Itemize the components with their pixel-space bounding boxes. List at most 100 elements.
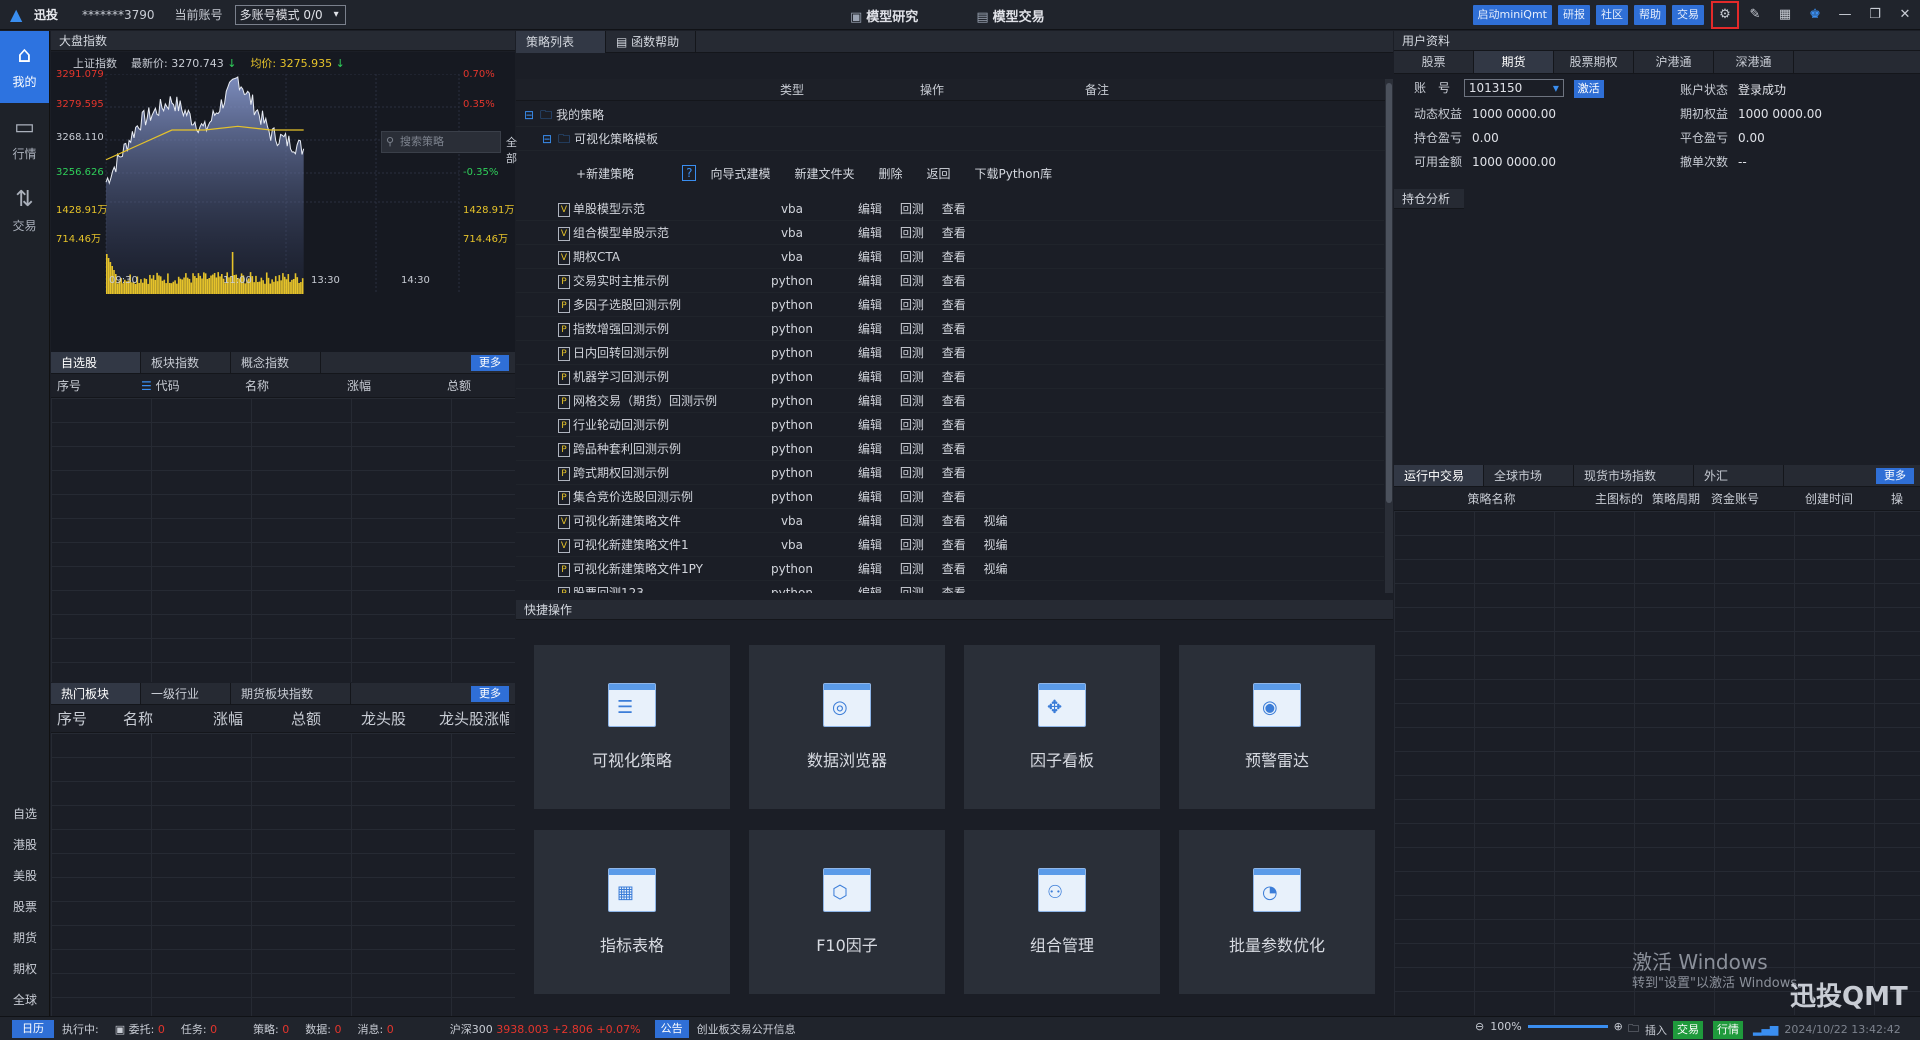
tab-stock-options[interactable]: 股票期权 (1554, 51, 1634, 73)
view-link[interactable]: 查看 (942, 538, 966, 552)
backtest-link[interactable]: 回测 (900, 418, 924, 432)
backtest-link[interactable]: 回测 (900, 250, 924, 264)
zoom-control[interactable]: ⊖ 100% ⊕ (1475, 1020, 1623, 1033)
status-messages[interactable]: 消息: 0 (350, 1021, 402, 1037)
position-analysis-label[interactable]: 持仓分析 (1394, 189, 1464, 209)
strategy-name[interactable]: V 可视化新建策略文件 (516, 509, 752, 532)
edit-link[interactable]: 编辑 (858, 442, 882, 456)
quick-card-portfolio[interactable]: ⚇ 组合管理 (964, 830, 1160, 994)
backtest-link[interactable]: 回测 (900, 202, 924, 216)
strategy-row[interactable]: P 日内回转回测示例 python 编辑 回测 查看 (516, 341, 1384, 365)
edit-link[interactable]: 编辑 (858, 514, 882, 528)
backtest-link[interactable]: 回测 (900, 226, 924, 240)
calendar-button[interactable]: 日历 (12, 1019, 54, 1038)
view-link[interactable]: 查看 (942, 514, 966, 528)
backtest-link[interactable]: 回测 (900, 274, 924, 288)
strategy-name[interactable]: P 交易实时主推示例 (516, 269, 752, 292)
account-mode-select[interactable]: 多账号模式 0/0 (234, 4, 346, 25)
edit-link[interactable]: 编辑 (858, 394, 882, 408)
strategy-name[interactable]: V 期权CTA (516, 245, 752, 268)
strategy-row[interactable]: V 组合模型单股示范 vba 编辑 回测 查看 (516, 221, 1384, 245)
strategy-search-input[interactable]: ⚲ 搜索策略 (381, 131, 501, 153)
tab-model-trading[interactable]: ▤ 模型交易 (976, 6, 1044, 25)
wizard-button[interactable]: 向导式建模 (710, 165, 770, 182)
strategy-name[interactable]: P 跨品种套利回测示例 (516, 437, 752, 460)
quote-status-button[interactable]: 行情 (1713, 1020, 1743, 1039)
strategy-row[interactable]: P 跨式期权回测示例 python 编辑 回测 查看 (516, 461, 1384, 485)
backtest-link[interactable]: 回测 (900, 394, 924, 408)
tab-forex[interactable]: 外汇 (1694, 465, 1784, 486)
minimize-icon[interactable]: — (1830, 0, 1860, 30)
view-link[interactable]: 查看 (942, 442, 966, 456)
strategy-name[interactable]: P 行业轮动回测示例 (516, 413, 752, 436)
view-link[interactable]: 查看 (942, 202, 966, 216)
running-more-button[interactable]: 更多 (1876, 468, 1914, 484)
strategy-row[interactable]: P 多因子选股回测示例 python 编辑 回测 查看 (516, 293, 1384, 317)
edit-link[interactable]: 编辑 (858, 490, 882, 504)
strategy-name[interactable]: V 可视化新建策略文件1 (516, 533, 752, 556)
tab-industry[interactable]: 一级行业 (141, 683, 231, 704)
zoom-out-icon[interactable]: ⊖ (1475, 1020, 1484, 1033)
trade-button[interactable]: 交易 (1672, 5, 1704, 25)
strategy-row[interactable]: V 可视化新建策略文件 vba 编辑 回测 查看 视编 (516, 509, 1384, 533)
view-link[interactable]: 查看 (942, 226, 966, 240)
backtest-link[interactable]: 回测 (900, 490, 924, 504)
strategy-name[interactable]: P 网格交易（期货）回测示例 (516, 389, 752, 412)
strategy-row[interactable]: V 期权CTA vba 编辑 回测 查看 (516, 245, 1384, 269)
tab-hk-connect-sh[interactable]: 沪港通 (1634, 51, 1714, 73)
view-link[interactable]: 查看 (942, 466, 966, 480)
strategy-row[interactable]: P 网格交易（期货）回测示例 python 编辑 回测 查看 (516, 389, 1384, 413)
shortcut-hk[interactable]: 港股 (0, 830, 50, 861)
view-link[interactable]: 查看 (942, 370, 966, 384)
tab-function-help[interactable]: ▤ 函数帮助 (606, 30, 696, 53)
quick-card-f10-factor[interactable]: ⬡ F10因子 (749, 830, 945, 994)
tab-running-trades[interactable]: 运行中交易 (1394, 465, 1484, 486)
status-strategy[interactable]: 策略: 0 (245, 1021, 297, 1037)
tab-strategy-list[interactable]: 策略列表 (516, 30, 606, 53)
view-link[interactable]: 查看 (942, 394, 966, 408)
strategy-row[interactable]: P 集合竞价选股回测示例 python 编辑 回测 查看 (516, 485, 1384, 509)
collapse-icon[interactable]: ⊟ (524, 103, 534, 126)
strategy-name[interactable]: P 日内回转回测示例 (516, 341, 752, 364)
shortcut-us[interactable]: 美股 (0, 861, 50, 892)
folder-icon[interactable]: 🗀 (1628, 1020, 1639, 1039)
shortcut-global[interactable]: 全球 (0, 985, 50, 1016)
trade-status-button[interactable]: 交易 (1673, 1020, 1703, 1039)
edit-link[interactable]: 编辑 (858, 346, 882, 360)
backtest-link[interactable]: 回测 (900, 466, 924, 480)
shortcut-futures[interactable]: 期货 (0, 923, 50, 954)
col-code[interactable]: ☰ 代码 (121, 374, 231, 397)
nav-quote[interactable]: ▭ 行情 (0, 103, 49, 175)
quick-card-visual-strategy[interactable]: ☰ 可视化策略 (534, 645, 730, 809)
strategy-name[interactable]: P 跨式期权回测示例 (516, 461, 752, 484)
strategy-name[interactable]: P 指数增强回测示例 (516, 317, 752, 340)
activate-button[interactable]: 激活 (1573, 80, 1604, 98)
view-link[interactable]: 查看 (942, 346, 966, 360)
edit-link[interactable]: 编辑 (858, 586, 882, 593)
new-folder-button[interactable]: 新建文件夹 (794, 165, 854, 182)
edit-link[interactable]: 编辑 (858, 298, 882, 312)
view-link[interactable]: 查看 (942, 322, 966, 336)
tree-root[interactable]: ⊟ 🗀 我的策略 (516, 103, 1393, 127)
view-link[interactable]: 查看 (942, 562, 966, 576)
tab-model-research[interactable]: ▣ 模型研究 (850, 6, 918, 25)
help-icon[interactable]: ? (682, 165, 697, 181)
view-link[interactable]: 查看 (942, 586, 966, 593)
layout-icon[interactable]: ▦ (1770, 0, 1800, 30)
close-icon[interactable]: ✕ (1890, 0, 1920, 30)
account-select[interactable]: 1013150 (1463, 79, 1564, 97)
collapse-icon[interactable]: ⊟ (542, 127, 552, 150)
view-link[interactable]: 查看 (942, 298, 966, 312)
tab-stock[interactable]: 股票 (1394, 51, 1474, 73)
strategy-name[interactable]: V 组合模型单股示范 (516, 221, 752, 244)
edit-link[interactable]: 编辑 (858, 562, 882, 576)
insert-label[interactable]: 插入 (1645, 1022, 1667, 1038)
quick-card-alert-radar[interactable]: ◉ 预警雷达 (1179, 645, 1375, 809)
backtest-link[interactable]: 回测 (900, 562, 924, 576)
tab-global-market[interactable]: 全球市场 (1484, 465, 1574, 486)
strategy-row[interactable]: P 行业轮动回测示例 python 编辑 回测 查看 (516, 413, 1384, 437)
edit-link[interactable]: 编辑 (858, 322, 882, 336)
strategy-row[interactable]: P 可视化新建策略文件1PY python 编辑 回测 查看 视编 (516, 557, 1384, 581)
shortcut-stock[interactable]: 股票 (0, 892, 50, 923)
nav-trade[interactable]: ⇅ 交易 (0, 175, 49, 247)
